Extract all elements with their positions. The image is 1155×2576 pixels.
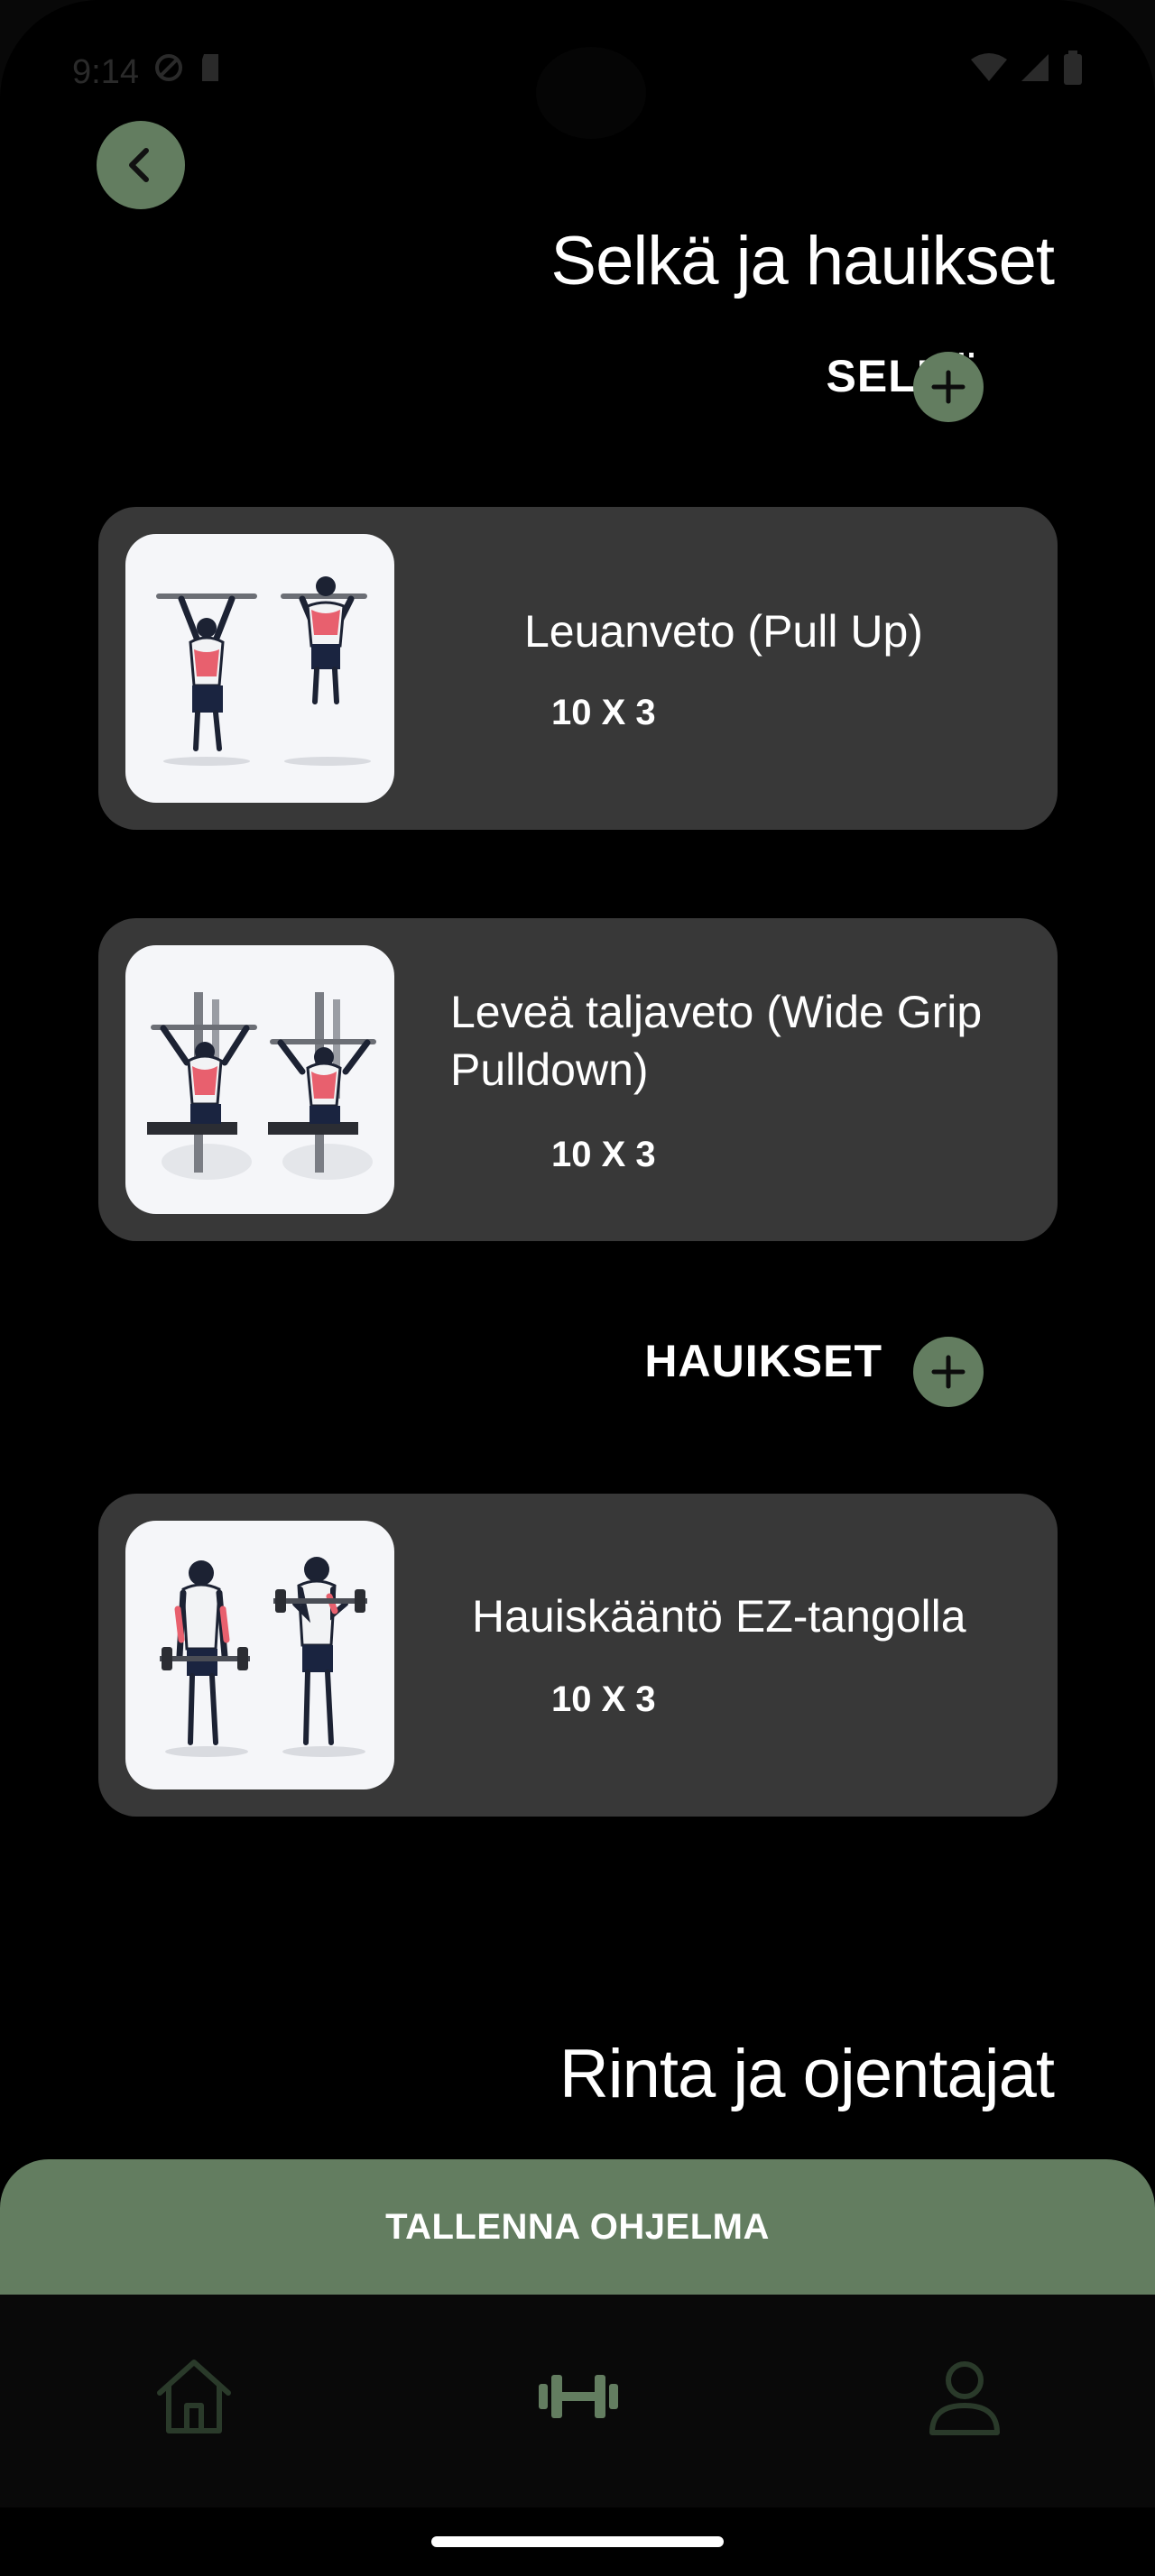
bottom-nav	[0, 2295, 1155, 2507]
exercise-name: Hauiskääntö EZ-tangolla	[472, 1591, 966, 1642]
status-right	[971, 51, 1083, 94]
section-label: HAUIKSET	[644, 1336, 882, 1386]
camera-cutout	[536, 47, 646, 139]
exercise-card[interactable]: Leuanveto (Pull Up) 10 X 3	[98, 507, 1058, 830]
exercise-sets: 10 X 3	[551, 1679, 656, 1719]
add-exercise-button[interactable]	[913, 352, 984, 422]
exercise-sets: 10 X 3	[551, 693, 656, 732]
home-indicator[interactable]	[431, 2536, 724, 2547]
exercise-card[interactable]: Leveä taljaveto (Wide Grip Pulldown) 10 …	[98, 918, 1058, 1241]
exercise-image	[125, 945, 394, 1214]
signal-icon	[1020, 52, 1050, 92]
exercise-name: Leuanveto (Pull Up)	[524, 606, 923, 657]
back-button[interactable]	[97, 121, 185, 209]
plus-icon	[931, 370, 966, 404]
sd-card-icon	[199, 52, 224, 92]
save-program-button[interactable]: TALLENNA OHJELMA	[0, 2159, 1155, 2295]
app-screen: 9:14 Selkä ja hauikset SELKÄ Leuanveto (…	[0, 0, 1155, 2576]
status-left: 9:14	[72, 52, 224, 92]
program-title: Selkä ja hauikset	[550, 223, 1055, 299]
add-exercise-button[interactable]	[913, 1337, 984, 1407]
save-program-label: TALLENNA OHJELMA	[385, 2206, 770, 2247]
dnd-icon	[153, 52, 184, 92]
plus-icon	[931, 1355, 966, 1389]
nav-profile[interactable]	[915, 2347, 1014, 2446]
exercise-name: Leveä taljaveto (Wide Grip Pulldown)	[450, 987, 983, 1095]
wifi-icon	[971, 52, 1007, 92]
exercise-image	[125, 534, 394, 803]
next-program-title: Rinta ja ojentajat	[559, 2036, 1055, 2112]
exercise-sets: 10 X 3	[551, 1135, 656, 1174]
battery-icon	[1063, 51, 1083, 94]
section-header-hauikset: HAUIKSET	[644, 1335, 882, 1387]
dumbbell-icon	[539, 2375, 618, 2418]
home-icon	[157, 2360, 231, 2433]
status-time: 9:14	[72, 52, 139, 91]
profile-icon	[929, 2361, 1000, 2435]
exercise-card[interactable]: Hauiskääntö EZ-tangolla 10 X 3	[98, 1494, 1058, 1817]
chevron-left-icon	[129, 148, 149, 182]
exercise-image	[125, 1521, 394, 1789]
nav-home[interactable]	[144, 2347, 244, 2446]
nav-workouts[interactable]	[529, 2347, 628, 2446]
